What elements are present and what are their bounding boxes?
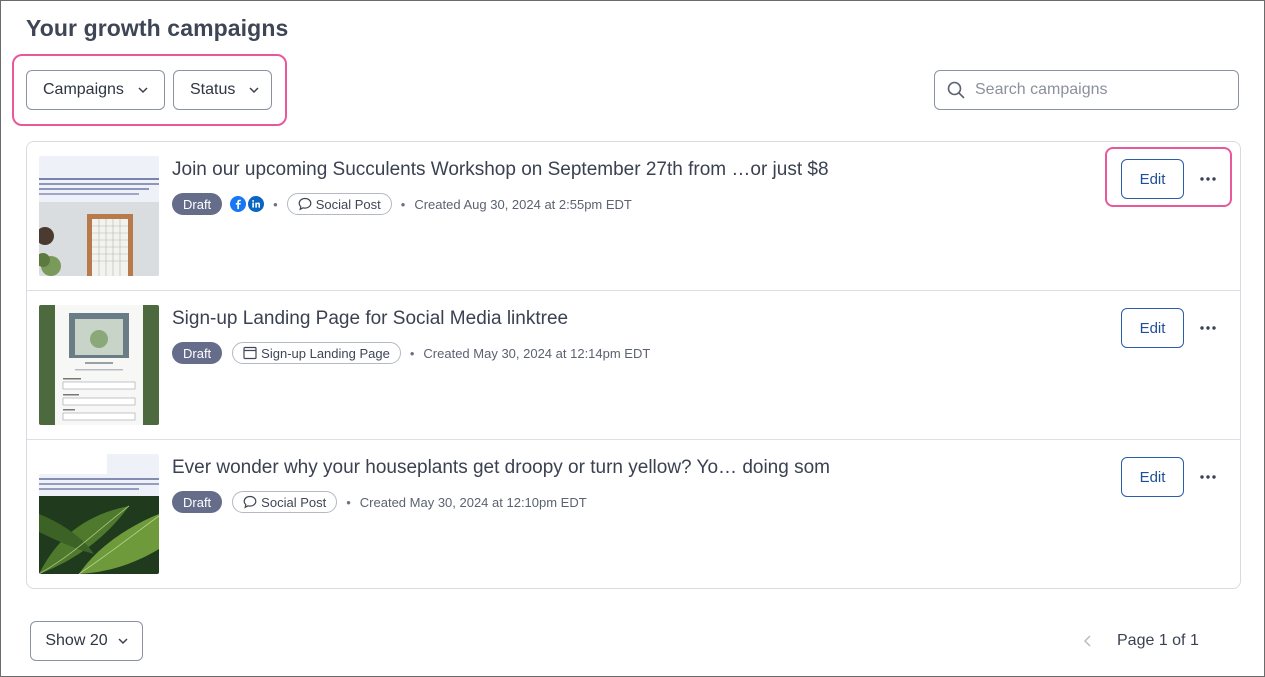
created-date: Created Aug 30, 2024 at 2:55pm EDT <box>414 196 632 212</box>
status-badge: Draft <box>172 342 223 364</box>
campaign-type-pill: Sign-up Landing Page <box>232 342 401 364</box>
campaign-list: Join our upcoming Succulents Workshop on… <box>26 141 1241 589</box>
channel-icons <box>230 196 265 212</box>
linkedin-icon <box>248 196 265 212</box>
campaign-row: Join our upcoming Succulents Workshop on… <box>27 142 1240 291</box>
campaign-title[interactable]: Sign-up Landing Page for Social Media li… <box>172 308 568 330</box>
status-badge: Draft <box>172 491 223 513</box>
campaign-type-label: Social Post <box>261 494 327 510</box>
speech-bubble-icon <box>243 495 257 509</box>
campaigns-dropdown[interactable]: Campaigns <box>26 70 165 110</box>
status-dropdown[interactable]: Status <box>173 70 272 110</box>
created-date: Created May 30, 2024 at 12:14pm EDT <box>423 345 651 361</box>
campaigns-dropdown-label: Campaigns <box>43 81 124 98</box>
edit-button[interactable]: Edit <box>1121 308 1184 348</box>
campaign-meta: Draft • Social Post • Created Aug 30, 20… <box>172 193 632 215</box>
campaign-meta: Draft Social Post • Created May 30, 2024… <box>172 491 587 513</box>
search-input[interactable] <box>975 81 1225 99</box>
chevron-left-icon[interactable] <box>1081 634 1095 648</box>
facebook-icon <box>230 196 247 212</box>
campaign-type-pill: Social Post <box>286 193 392 215</box>
separator-dot: • <box>409 345 415 361</box>
edit-button[interactable]: Edit <box>1121 457 1184 497</box>
campaign-thumbnail[interactable] <box>39 156 159 276</box>
page-indicator: Page 1 of 1 <box>1117 632 1199 649</box>
campaign-thumbnail[interactable] <box>39 305 159 425</box>
status-dropdown-label: Status <box>190 81 236 98</box>
separator-dot: • <box>346 494 351 510</box>
separator-dot: • <box>273 196 278 212</box>
chevron-down-icon <box>118 636 128 646</box>
ellipsis-icon <box>1200 326 1216 330</box>
pagination: Page 1 of 1 <box>1081 630 1199 652</box>
more-options-button[interactable] <box>1193 465 1223 489</box>
browser-window-icon <box>243 346 257 360</box>
search-box[interactable] <box>934 70 1239 110</box>
chevron-down-icon <box>138 85 148 95</box>
campaign-row: Ever wonder why your houseplants get dro… <box>27 440 1240 588</box>
show-count-dropdown[interactable]: Show 20 <box>30 621 143 661</box>
campaign-title[interactable]: Join our upcoming Succulents Workshop on… <box>172 159 829 181</box>
show-count-label: Show 20 <box>45 632 108 649</box>
page-title: Your growth campaigns <box>26 15 289 41</box>
campaign-meta: Draft Sign-up Landing Page • Created May… <box>172 342 650 364</box>
chevron-down-icon <box>249 85 259 95</box>
campaign-thumbnail[interactable] <box>39 454 159 574</box>
campaign-type-label: Sign-up Landing Page <box>261 345 390 361</box>
campaign-type-pill: Social Post <box>232 491 338 513</box>
campaign-title[interactable]: Ever wonder why your houseplants get dro… <box>172 457 830 479</box>
speech-bubble-icon <box>298 197 312 211</box>
search-icon <box>947 81 965 99</box>
created-date: Created May 30, 2024 at 12:10pm EDT <box>359 494 587 510</box>
campaign-row: Sign-up Landing Page for Social Media li… <box>27 291 1240 440</box>
edit-highlight-box <box>1105 147 1232 207</box>
status-badge: Draft <box>172 193 223 215</box>
separator-dot: • <box>400 196 406 212</box>
campaign-type-label: Social Post <box>315 196 381 212</box>
ellipsis-icon <box>1200 475 1216 479</box>
more-options-button[interactable] <box>1193 316 1223 340</box>
